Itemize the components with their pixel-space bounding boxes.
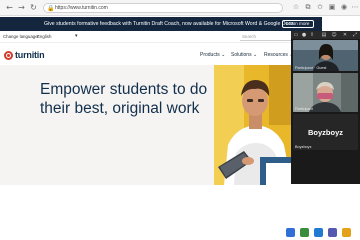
browser-toolbar: ← → ↻ 🔒 https://www.turnitin.com ☆ ⧉ ✩ ▣… — [0, 0, 360, 16]
participant-tile-3[interactable]: Boyzboyz Boyzboyz — [293, 114, 358, 150]
language-label: Change language: — [3, 34, 39, 39]
participant-tile-2[interactable]: Participant — [293, 73, 358, 112]
collections-icon[interactable]: ▣ — [328, 3, 336, 12]
favorites-icon[interactable]: ✩ — [316, 3, 324, 12]
hero-section: Empower students to do their best, origi… — [0, 65, 296, 185]
participant-2-name: Participant — [295, 107, 313, 111]
taskbar-tray — [236, 226, 360, 240]
extensions-icon[interactable]: ⧉ — [304, 3, 312, 12]
announcement-text: Give students formative feedback with Tu… — [44, 21, 296, 27]
expand-icon[interactable]: ⤢ — [352, 32, 358, 38]
hero-student-photo — [214, 65, 296, 185]
teams-icon[interactable] — [328, 228, 337, 237]
address-bar[interactable]: 🔒 https://www.turnitin.com — [43, 3, 283, 13]
mail-icon[interactable] — [286, 228, 295, 237]
participants-icon[interactable]: ☺ — [331, 32, 337, 38]
leave-call-icon[interactable]: ✕ — [342, 32, 348, 38]
learn-more-button[interactable]: Learn more — [282, 20, 314, 28]
address-bar-url[interactable]: https://www.turnitin.com — [55, 5, 108, 12]
logo-mark-icon — [4, 51, 13, 60]
participant-tile-1[interactable]: Participant · Guest — [293, 40, 358, 71]
nav-solutions[interactable]: Solutions ⌄ — [231, 52, 257, 58]
back-icon[interactable]: ← — [5, 3, 14, 12]
video-call-panel: ▭ ● ⇪ ▤ ☺ ✕ ⤢ Participant · Guest Partic… — [291, 31, 360, 184]
profile-icon[interactable]: ◉ — [340, 3, 348, 12]
excel-icon[interactable] — [300, 228, 309, 237]
chat-icon[interactable]: ▤ — [321, 32, 327, 38]
search-field[interactable]: Search — [240, 33, 292, 41]
participant-3-display-name: Boyzboyz — [307, 128, 343, 137]
lock-icon: 🔒 — [47, 5, 55, 12]
nav-products[interactable]: Products ⌄ — [200, 52, 225, 58]
microphone-icon[interactable]: ● — [301, 32, 307, 38]
share-screen-icon[interactable]: ⇪ — [309, 32, 315, 38]
participant-1-name: Participant · Guest — [295, 66, 327, 70]
student-illustration — [214, 65, 296, 185]
hero-title: Empower students to do their best, origi… — [40, 81, 208, 117]
participant-3-name: Boyzboyz — [295, 145, 312, 149]
search-placeholder: Search — [242, 34, 256, 39]
folder-icon[interactable] — [342, 228, 351, 237]
call-toolbar: ▭ ● ⇪ ▤ ☺ ✕ ⤢ — [291, 31, 360, 39]
logo-wordmark: turnitin — [15, 50, 45, 60]
camera-icon[interactable]: ▭ — [293, 32, 299, 38]
forward-icon[interactable]: → — [17, 3, 26, 12]
utility-bar: Change language: English ▾ Search — [0, 31, 296, 43]
star-icon[interactable]: ☆ — [292, 3, 300, 12]
nav-resources[interactable]: Resources ⌄ — [264, 52, 293, 58]
chevron-down-icon[interactable]: ▾ — [75, 33, 78, 39]
site-header: turnitin Products ⌄ Solutions ⌄ Resource… — [0, 43, 296, 65]
announcement-banner: Give students formative feedback with Tu… — [0, 17, 322, 31]
language-select[interactable]: English — [37, 34, 51, 39]
reload-icon[interactable]: ↻ — [29, 3, 38, 12]
screen: ← → ↻ 🔒 https://www.turnitin.com ☆ ⧉ ✩ ▣… — [0, 0, 360, 240]
more-icon[interactable]: ⋯ — [351, 3, 359, 12]
edge-icon[interactable] — [314, 228, 323, 237]
